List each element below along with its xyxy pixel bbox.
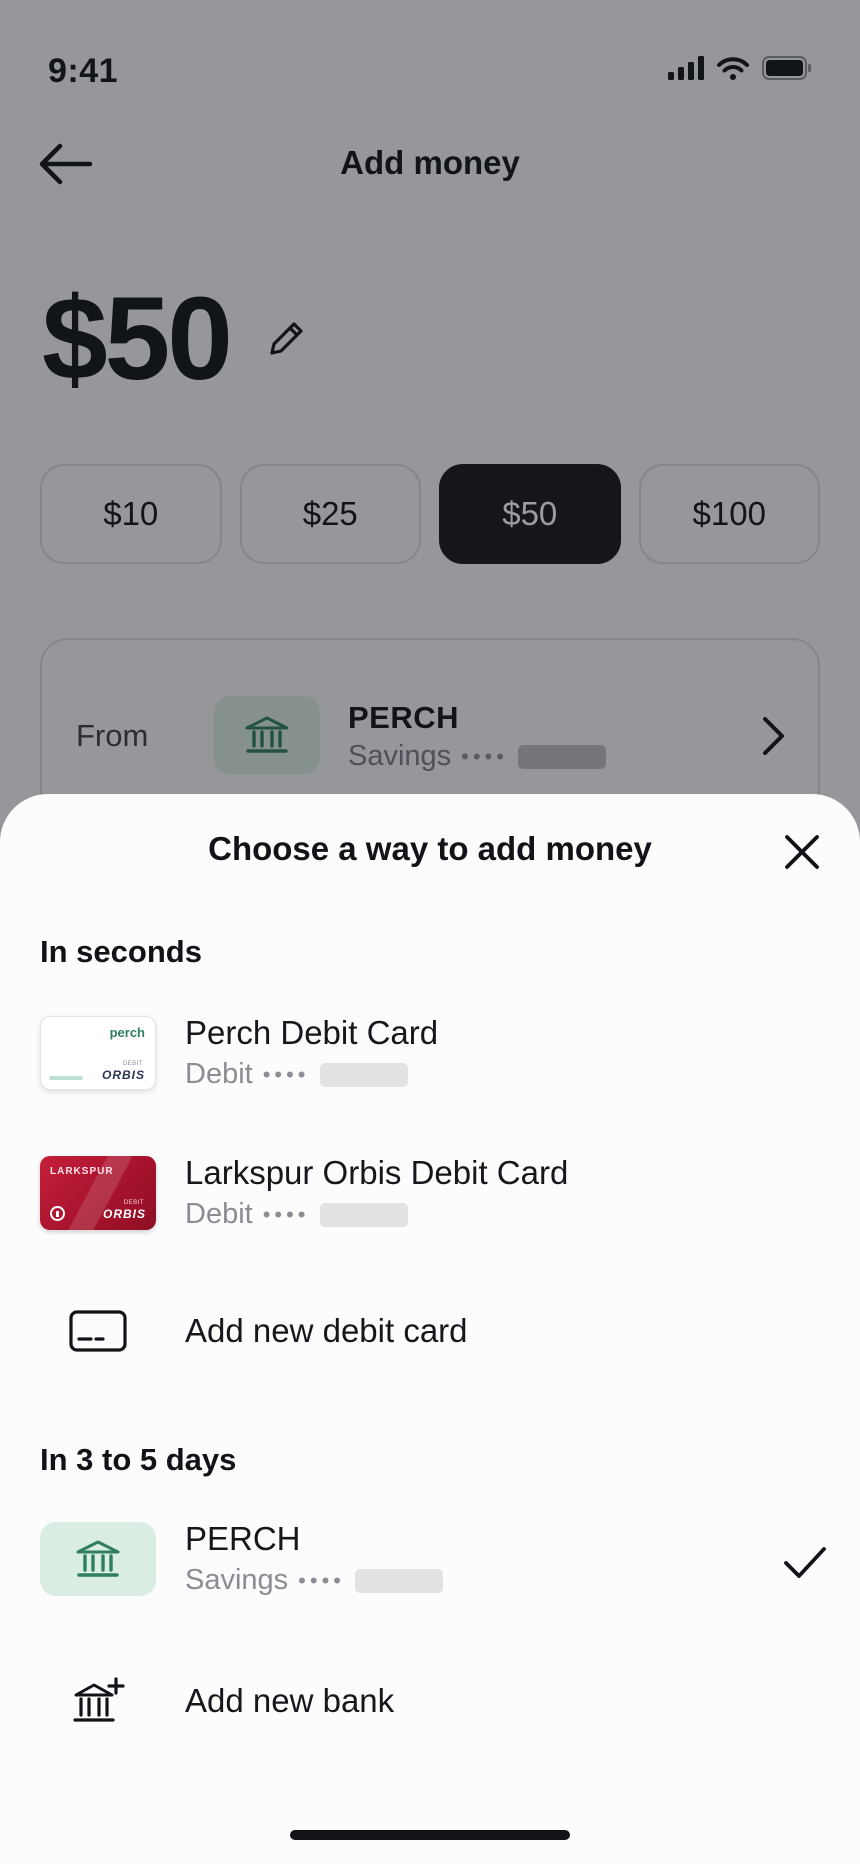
card-type: Debit: [185, 1058, 253, 1090]
card-logo-icon: [50, 1206, 65, 1221]
bank-account-type: Savings: [185, 1564, 289, 1596]
bank-add-icon: [40, 1664, 156, 1738]
add-bank-label: Add new bank: [185, 1682, 395, 1719]
card-brand-text: LARKSPUR: [50, 1166, 114, 1177]
close-sheet-button[interactable]: [774, 824, 830, 880]
add-debit-card-button[interactable]: Add new debit card: [40, 1294, 830, 1384]
redacted-card-number: [319, 1202, 408, 1227]
section-title-3-to-5-days: In 3 to 5 days: [40, 1442, 237, 1477]
card-brand-text: perch: [109, 1025, 145, 1040]
card-outline-icon: [40, 1294, 156, 1368]
card-name: Perch Debit Card: [185, 1014, 439, 1051]
home-indicator[interactable]: [290, 1830, 570, 1840]
list-item-perch-bank[interactable]: PERCH Savings ••••: [40, 1520, 830, 1612]
card-stripe: [49, 1076, 83, 1080]
close-icon: [785, 835, 819, 869]
perch-card-art: perch DEBIT ORBIS: [40, 1016, 156, 1090]
masked-dots: ••••: [262, 1201, 310, 1227]
add-bank-button[interactable]: Add new bank: [40, 1664, 830, 1754]
larkspur-card-art: LARKSPUR DEBIT ORBIS: [40, 1156, 156, 1230]
add-debit-card-label: Add new debit card: [185, 1312, 468, 1349]
card-network-text: ORBIS: [102, 1207, 146, 1221]
bank-icon: [76, 1540, 120, 1577]
masked-dots: ••••: [262, 1061, 310, 1087]
bank-tile: [40, 1522, 156, 1596]
checkmark-icon: [780, 1538, 830, 1588]
sheet-title: Choose a way to add money: [208, 830, 652, 867]
masked-dots: ••••: [298, 1567, 345, 1593]
card-details: Debit ••••: [185, 1058, 408, 1091]
redacted-account-number: [354, 1568, 443, 1593]
section-title-in-seconds: In seconds: [40, 934, 202, 969]
payment-method-sheet: Choose a way to add money In seconds per…: [0, 794, 860, 1864]
list-item-larkspur-debit-card[interactable]: LARKSPUR DEBIT ORBIS Larkspur Orbis Debi…: [40, 1154, 830, 1246]
bank-name: PERCH: [185, 1520, 301, 1557]
card-debit-text: DEBIT: [123, 1200, 144, 1206]
card-type: Debit: [185, 1198, 253, 1230]
card-network-text: ORBIS: [101, 1068, 145, 1082]
card-name: Larkspur Orbis Debit Card: [185, 1154, 569, 1191]
list-item-perch-debit-card[interactable]: perch DEBIT ORBIS Perch Debit Card Debit…: [40, 1014, 830, 1106]
card-details: Debit ••••: [185, 1198, 408, 1231]
bank-account-details: Savings ••••: [185, 1564, 443, 1597]
redacted-card-number: [319, 1062, 408, 1087]
card-debit-text: DEBIT: [122, 1061, 143, 1067]
